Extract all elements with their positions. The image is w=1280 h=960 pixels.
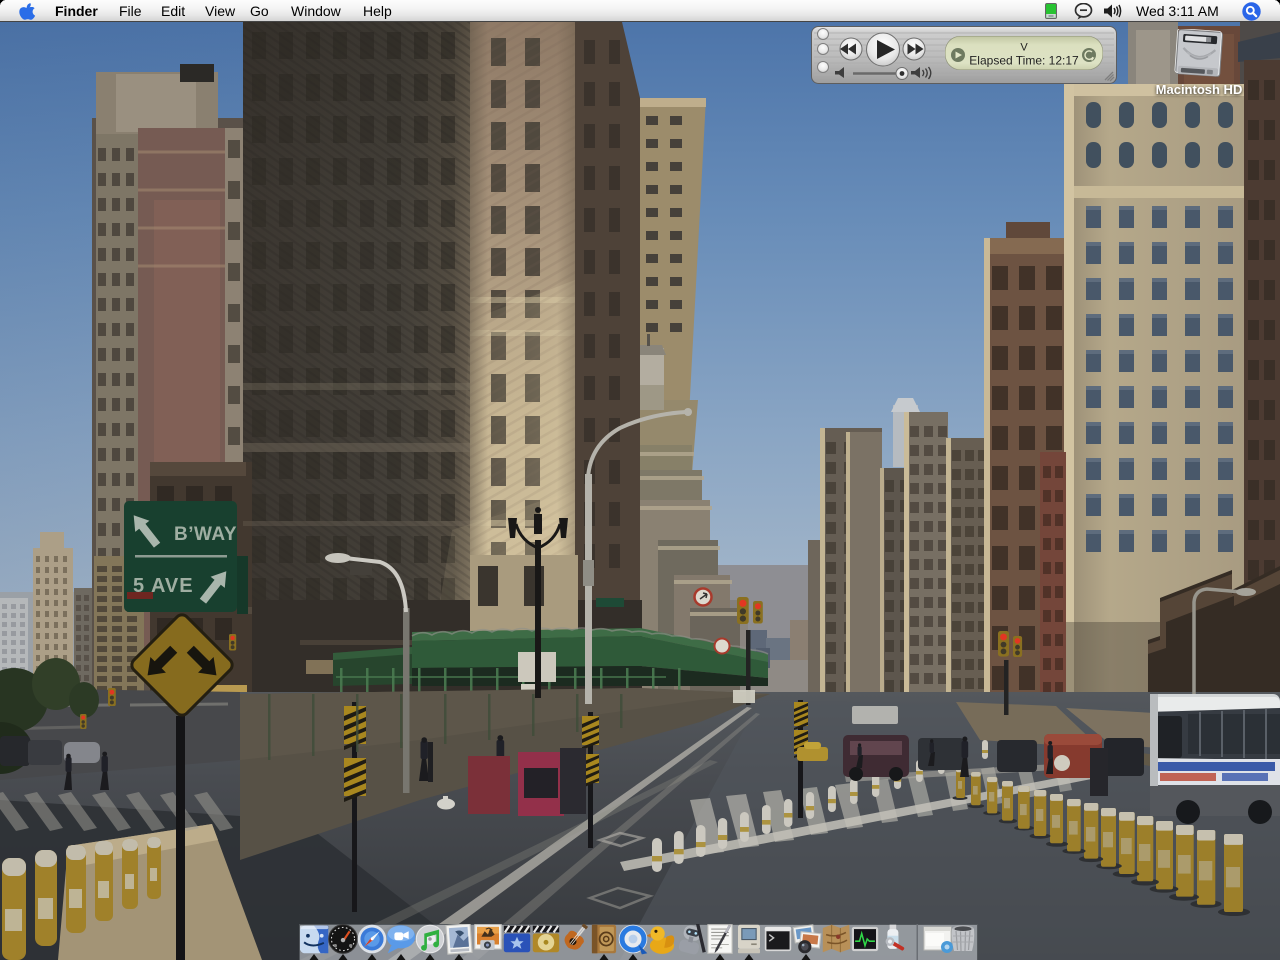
svg-text:Elapsed Time: 12:17: Elapsed Time: 12:17 xyxy=(969,54,1079,68)
svg-text:BʼWAY: BʼWAY xyxy=(174,524,237,545)
svg-text:V: V xyxy=(1020,42,1028,54)
